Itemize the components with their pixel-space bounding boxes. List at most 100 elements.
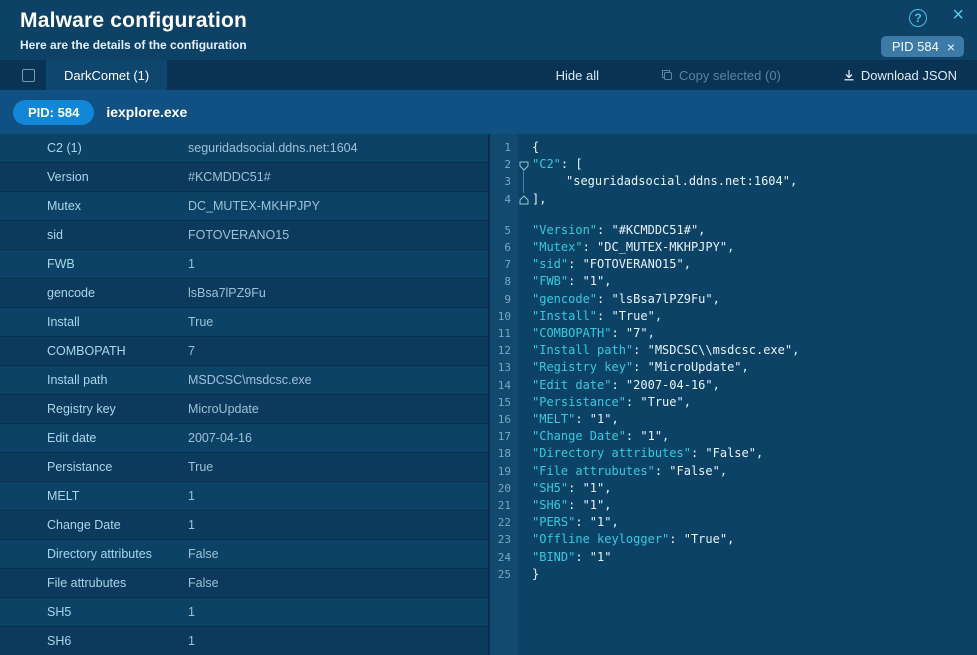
download-icon xyxy=(843,69,855,81)
download-json-button[interactable]: Download JSON xyxy=(843,68,957,83)
hide-all-button[interactable]: Hide all xyxy=(556,68,599,83)
config-key: SH6 xyxy=(47,634,188,648)
json-text: : "True", xyxy=(626,395,691,409)
copy-selected-label: Copy selected (0) xyxy=(679,68,781,83)
json-text: : "False", xyxy=(691,446,763,460)
config-key: Edit date xyxy=(47,431,188,445)
config-value: FOTOVERANO15 xyxy=(188,228,289,242)
json-line-content: "Mutex": "DC_MUTEX-MKHPJPY", xyxy=(518,239,734,256)
config-value: True xyxy=(188,315,213,329)
line-number: 21 xyxy=(490,497,518,514)
config-key: MELT xyxy=(47,489,188,503)
json-line: 20"SH5": "1", xyxy=(490,480,977,497)
config-key: C2 (1) xyxy=(47,141,188,155)
config-row[interactable]: Registry keyMicroUpdate xyxy=(0,395,488,424)
select-all-checkbox[interactable] xyxy=(22,69,35,82)
copy-selected-button[interactable]: Copy selected (0) xyxy=(661,68,781,83)
config-row[interactable]: InstallTrue xyxy=(0,308,488,337)
config-value: seguridadsocial.ddns.net:1604 xyxy=(188,141,358,155)
json-line-content: "COMBOPATH": "7", xyxy=(518,325,655,342)
config-row[interactable]: gencodelsBsa7lPZ9Fu xyxy=(0,279,488,308)
fold-end-icon[interactable] xyxy=(519,194,529,205)
config-row[interactable]: COMBOPATH7 xyxy=(0,337,488,366)
json-line-content: "Edit date": "2007-04-16", xyxy=(518,377,720,394)
json-line-content: "Install": "True", xyxy=(518,308,662,325)
json-text: : "1", xyxy=(568,498,611,512)
line-number: 10 xyxy=(490,308,518,325)
json-line: 22"PERS": "1", xyxy=(490,514,977,531)
config-row[interactable]: File attrubutesFalse xyxy=(0,569,488,598)
json-key: "SH6" xyxy=(532,498,568,512)
json-line-content: "Persistance": "True", xyxy=(518,394,691,411)
process-name: iexplore.exe xyxy=(106,104,187,120)
config-row[interactable]: PersistanceTrue xyxy=(0,453,488,482)
config-row[interactable]: Edit date2007-04-16 xyxy=(0,424,488,453)
json-key: "Registry key" xyxy=(532,360,633,374)
config-value: True xyxy=(188,460,213,474)
config-key: SH5 xyxy=(47,605,188,619)
config-key: Install xyxy=(47,315,188,329)
close-icon[interactable]: × xyxy=(952,5,964,25)
config-key: Persistance xyxy=(47,460,188,474)
json-line: 17"Change Date": "1", xyxy=(490,428,977,445)
config-key: Registry key xyxy=(47,402,188,416)
fold-collapse-icon[interactable] xyxy=(519,159,529,170)
json-text: : "1", xyxy=(575,412,618,426)
config-value: 1 xyxy=(188,605,195,619)
json-key: "Change Date" xyxy=(532,429,626,443)
json-key: "Mutex" xyxy=(532,240,583,254)
json-line: 18"Directory attributes": "False", xyxy=(490,445,977,462)
json-key: "SH5" xyxy=(532,481,568,495)
config-tabbar: DarkComet (1) Hide all Copy selected (0)… xyxy=(0,60,977,90)
json-line-content: "sid": "FOTOVERANO15", xyxy=(518,256,691,273)
config-row[interactable]: sidFOTOVERANO15 xyxy=(0,221,488,250)
json-line-content: "PERS": "1", xyxy=(518,514,619,531)
help-icon[interactable]: ? xyxy=(909,9,927,27)
config-row[interactable]: C2 (1)seguridadsocial.ddns.net:1604 xyxy=(0,134,488,163)
line-number: 4 xyxy=(490,191,518,208)
line-number: 22 xyxy=(490,514,518,531)
json-text: { xyxy=(532,140,539,154)
json-line-content: { xyxy=(518,139,539,156)
json-line: 23"Offline keylogger": "True", xyxy=(490,531,977,548)
tab-darkcomet[interactable]: DarkComet (1) xyxy=(46,60,167,90)
json-key: "PERS" xyxy=(532,515,575,529)
json-key: "Edit date" xyxy=(532,378,611,392)
config-row[interactable]: MutexDC_MUTEX-MKHPJPY xyxy=(0,192,488,221)
config-row[interactable]: Directory attributesFalse xyxy=(0,540,488,569)
config-key: FWB xyxy=(47,257,188,271)
json-line: 12"Install path": "MSDCSC\\msdcsc.exe", xyxy=(490,342,977,359)
line-number: 13 xyxy=(490,359,518,376)
pid-filter-chip[interactable]: PID 584 × xyxy=(881,36,964,57)
line-number: 11 xyxy=(490,325,518,342)
json-key: "BIND" xyxy=(532,550,575,564)
json-line-content: "gencode": "lsBsa7lPZ9Fu", xyxy=(518,291,720,308)
json-line: 13"Registry key": "MicroUpdate", xyxy=(490,359,977,376)
json-text: : "1", xyxy=(575,515,618,529)
config-row[interactable]: FWB1 xyxy=(0,250,488,279)
config-row[interactable]: Change Date1 xyxy=(0,511,488,540)
json-text: : "1", xyxy=(626,429,669,443)
config-value: MicroUpdate xyxy=(188,402,259,416)
config-row[interactable]: Version#KCMDDC51# xyxy=(0,163,488,192)
line-number: 15 xyxy=(490,394,518,411)
json-key: "Persistance" xyxy=(532,395,626,409)
json-text: : [ xyxy=(561,157,583,171)
pid-chip-close-icon[interactable]: × xyxy=(947,40,955,54)
line-number: 23 xyxy=(490,531,518,548)
config-row[interactable]: Install pathMSDCSC\msdcsc.exe xyxy=(0,366,488,395)
json-line-content: "FWB": "1", xyxy=(518,273,611,290)
config-row[interactable]: SH61 xyxy=(0,627,488,655)
config-row[interactable]: SH51 xyxy=(0,598,488,627)
config-key: sid xyxy=(47,228,188,242)
config-row[interactable]: MELT1 xyxy=(0,482,488,511)
config-key: COMBOPATH xyxy=(47,344,188,358)
line-number: 24 xyxy=(490,549,518,566)
json-key: "C2" xyxy=(532,157,561,171)
json-line: 5"Version": "#KCMDDC51#", xyxy=(490,222,977,239)
json-key: "MELT" xyxy=(532,412,575,426)
json-line: 21 "SH6": "1", xyxy=(490,497,977,514)
json-key: "Install" xyxy=(532,309,597,323)
json-text: : "True", xyxy=(597,309,662,323)
pid-chip-label: PID 584 xyxy=(892,39,939,54)
